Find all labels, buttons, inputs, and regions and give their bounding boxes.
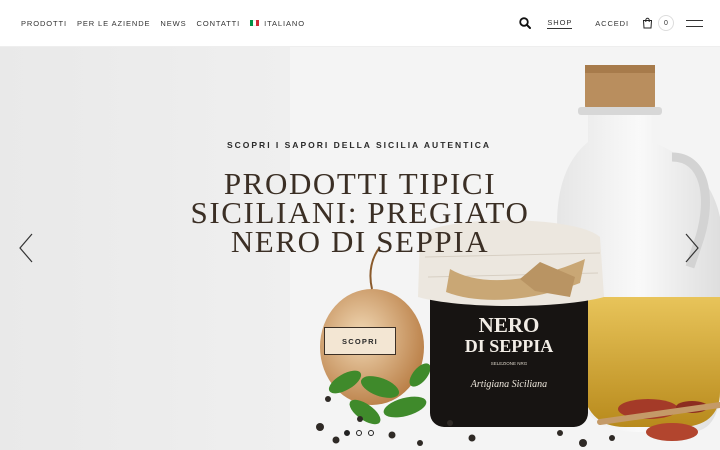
nav-item-per-le-aziende[interactable]: PER LE AZIENDE (77, 19, 150, 28)
slider-dot-3[interactable] (368, 430, 374, 436)
shop-link[interactable]: SHOP (547, 18, 573, 29)
language-selector[interactable]: ITALIANO (250, 19, 305, 28)
hero-slider: NERO DI SEPPIA SELEZIONE NRG Artigiana S… (0, 47, 720, 450)
hero-eyebrow: SCOPRI I SAPORI DELLA SICILIA AUTENTICA (226, 140, 492, 150)
language-label: ITALIANO (264, 18, 305, 28)
cart-count-badge[interactable]: 0 (658, 15, 674, 31)
login-link[interactable]: ACCEDI (595, 19, 629, 28)
site-header: PRODOTTI PER LE AZIENDE NEWS CONTATTI IT… (0, 0, 720, 47)
nav-item-contatti[interactable]: CONTATTI (197, 19, 241, 28)
hero-headline: PRODOTTI TIPICI SICILIANI: PREGIATO NERO… (190, 166, 530, 259)
main-nav: PRODOTTI PER LE AZIENDE NEWS CONTATTI IT… (21, 19, 315, 28)
jar-brand: Artigiana Siciliana (470, 379, 547, 390)
jar-small-text: SELEZIONE NRG (491, 361, 528, 366)
nav-item-news[interactable]: NEWS (160, 19, 186, 28)
chevron-right-icon[interactable] (684, 233, 700, 263)
jar-label-line1: NERO (479, 313, 540, 337)
nav-item-prodotti[interactable]: PRODOTTI (21, 19, 67, 28)
chevron-left-icon[interactable] (18, 233, 34, 263)
hamburger-menu-icon[interactable] (686, 19, 703, 27)
slider-dot-2[interactable] (356, 430, 362, 436)
shopping-bag-icon[interactable] (642, 17, 653, 29)
slider-dot-1[interactable] (344, 430, 350, 436)
search-icon[interactable] (519, 17, 532, 29)
discover-button[interactable]: SCOPRI (324, 327, 396, 355)
hero-text-block: SCOPRI I SAPORI DELLA SICILIA AUTENTICA … (0, 140, 720, 259)
jar-label-line2: DI SEPPIA (465, 336, 554, 356)
slider-dots (344, 430, 380, 436)
header-actions: SHOP ACCEDI 0 (519, 15, 703, 31)
italy-flag-icon (250, 20, 260, 26)
